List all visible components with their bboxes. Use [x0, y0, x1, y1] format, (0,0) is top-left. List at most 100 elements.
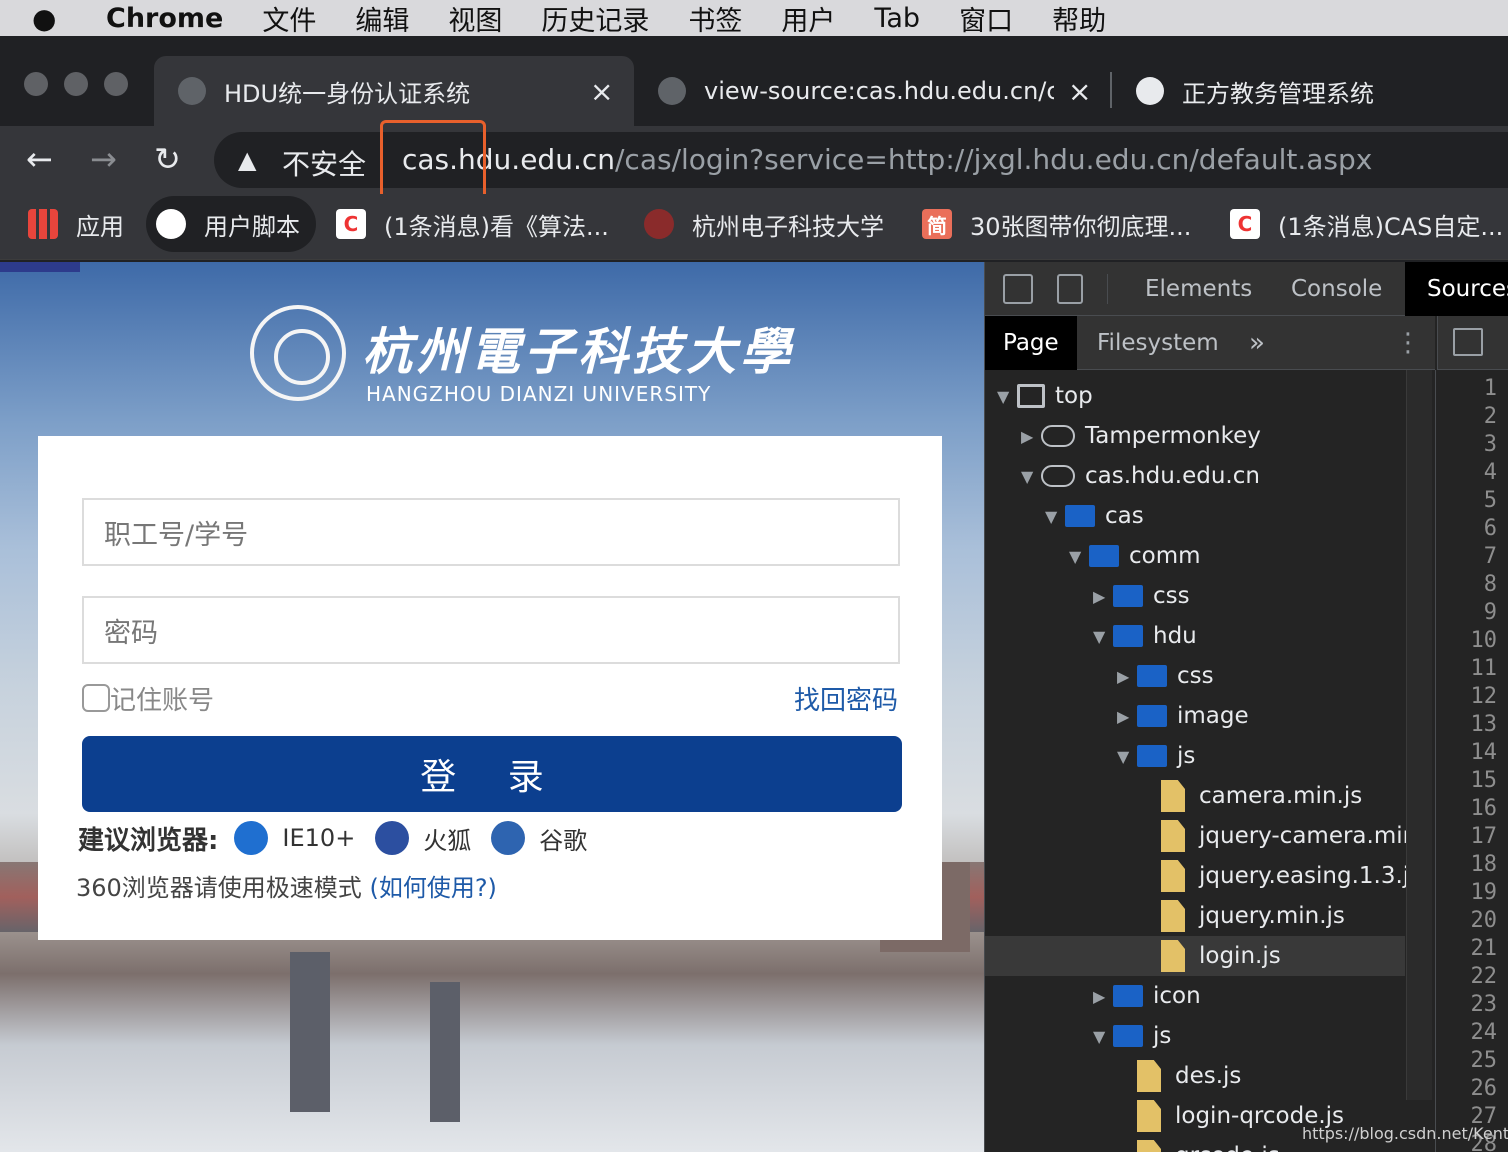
window-minimize-button[interactable] [64, 72, 88, 96]
collapse-arrow-icon[interactable]: ▼ [1045, 507, 1065, 526]
back-arrow-icon[interactable]: ← [26, 140, 53, 178]
username-field[interactable]: 职工号/学号 [82, 498, 900, 566]
tree-node-label: cas [1105, 503, 1144, 529]
tip-text: 360浏览器请使用极速模式 [76, 874, 362, 902]
navigator-menu-icon[interactable]: ⋮ [1395, 328, 1421, 358]
tree-node[interactable]: ▼ cas.hdu.edu.cn [985, 456, 1405, 496]
expand-arrow-icon[interactable]: ▶ [1093, 587, 1113, 606]
tab-sources[interactable]: Sources [1405, 262, 1508, 316]
remember-checkbox[interactable] [82, 684, 110, 712]
tree-node[interactable]: ▶ css [985, 656, 1405, 696]
expand-arrow-icon[interactable]: ▶ [1117, 707, 1137, 726]
folder-icon [1137, 665, 1167, 687]
tree-node-label: hdu [1153, 623, 1197, 649]
tree-node[interactable]: ▶ icon [985, 976, 1405, 1016]
menu-chrome[interactable]: Chrome [106, 3, 223, 34]
tree-node[interactable]: des.js [985, 1056, 1405, 1096]
browser-tip: 360浏览器请使用极速模式 (如何使用?) [76, 868, 497, 903]
tree-node-label: css [1153, 583, 1190, 609]
tree-node[interactable]: ▼ cas [985, 496, 1405, 536]
tree-node-label: icon [1153, 983, 1201, 1009]
collapse-arrow-icon[interactable]: ▼ [1093, 1027, 1113, 1046]
expand-arrow-icon[interactable]: ▶ [1093, 987, 1113, 1006]
expand-arrow-icon[interactable]: ▶ [1117, 667, 1137, 686]
tree-node[interactable]: jquery.min.js [985, 896, 1405, 936]
bookmark-csdn-cas[interactable]: C (1条消息)CAS自定... [1230, 196, 1503, 252]
tab-title: 正方教务管理系统 [1182, 79, 1374, 108]
menu-file[interactable]: 文件 [262, 0, 316, 38]
tab-view-source[interactable]: view-source:cas.hdu.edu.cn/cas × [634, 56, 1104, 126]
forward-arrow-icon[interactable]: → [90, 140, 117, 178]
tree-node-label: camera.min.js [1199, 783, 1363, 809]
bookmark-apps[interactable]: 应用 [28, 196, 124, 252]
menu-tab[interactable]: Tab [874, 3, 920, 34]
inspect-element-icon[interactable] [1003, 274, 1033, 304]
window-close-button[interactable] [24, 72, 48, 96]
bookmark-userscripts[interactable]: 用户脚本 [146, 196, 316, 252]
tab-console[interactable]: Console [1291, 262, 1382, 316]
tree-node[interactable]: ▼ top [985, 376, 1405, 416]
tree-node-label: login.js [1199, 943, 1281, 969]
chrome-icon [491, 821, 526, 855]
tab-hdu-cas[interactable]: HDU统一身份认证系统 × [154, 56, 634, 126]
bookmark-jianshu[interactable]: 简 30张图带你彻底理... [922, 196, 1191, 252]
tab-jwgl[interactable]: 正方教务管理系统 [1112, 56, 1508, 126]
tab-close-icon[interactable]: × [590, 75, 613, 108]
menu-help[interactable]: 帮助 [1052, 0, 1106, 38]
collapse-arrow-icon[interactable]: ▼ [997, 387, 1017, 406]
tab-elements[interactable]: Elements [1145, 262, 1252, 316]
expand-arrow-icon[interactable]: ▶ [1021, 427, 1041, 446]
login-button[interactable]: 登 录 [82, 736, 902, 812]
device-toolbar-icon[interactable] [1057, 274, 1083, 304]
line-number: 12 [1470, 684, 1498, 709]
tab-close-icon[interactable]: × [1068, 75, 1091, 108]
line-number-gutter: 1 2 3 4 5 6 7 8 9 10 11 12 13 14 15 16 17 18 19 20 21 22 23 24 2… [1435, 370, 1508, 1152]
nav-tab-filesystem[interactable]: Filesystem [1097, 316, 1219, 370]
tree-node[interactable]: ▼ comm [985, 536, 1405, 576]
tree-node[interactable]: ▼ js [985, 736, 1405, 776]
line-number: 22 [1470, 964, 1498, 989]
jianshu-icon: 简 [922, 209, 952, 239]
remember-label[interactable]: 记住账号 [110, 680, 214, 717]
line-number: 5 [1483, 488, 1497, 513]
tree-node[interactable]: ▼ hdu [985, 616, 1405, 656]
collapse-arrow-icon[interactable]: ▼ [1021, 467, 1041, 486]
tree-node[interactable]: ▼ js [985, 1016, 1405, 1056]
tab-title: view-source:cas.hdu.edu.cn/cas [704, 77, 1054, 105]
forgot-password-link[interactable]: 找回密码 [794, 680, 898, 717]
tree-node[interactable]: camera.min.js [985, 776, 1405, 816]
reload-icon[interactable]: ↻ [154, 140, 181, 178]
tree-node[interactable]: ▶ css [985, 576, 1405, 616]
menu-history[interactable]: 历史记录 [541, 0, 649, 38]
window-zoom-button[interactable] [104, 72, 128, 96]
tree-node[interactable]: login.js [985, 936, 1405, 976]
nav-tab-page[interactable]: Page [985, 316, 1077, 370]
line-number: 23 [1470, 992, 1498, 1017]
tree-node[interactable]: ▶ Tampermonkey [985, 416, 1405, 456]
password-field[interactable]: 密码 [82, 596, 900, 664]
tree-node[interactable]: jquery-camera.min [985, 816, 1417, 856]
menu-bookmarks[interactable]: 书签 [688, 0, 742, 38]
tree-node[interactable]: jquery.easing.1.3.js [985, 856, 1421, 896]
collapse-arrow-icon[interactable]: ▼ [1069, 547, 1089, 566]
folder-icon [1113, 1025, 1143, 1047]
apple-menu-icon[interactable]: ● [32, 2, 76, 35]
url-text[interactable]: cas.hdu.edu.cn/cas/login?service=http://… [402, 143, 1372, 176]
toggle-navigator-icon[interactable] [1453, 328, 1483, 356]
bookmark-label: 30张图带你彻底理... [970, 212, 1192, 241]
bookmark-hdu[interactable]: 杭州电子科技大学 [644, 196, 884, 252]
bookmark-csdn-algorithm[interactable]: C (1条消息)看《算法... [336, 196, 609, 252]
how-to-link[interactable]: (如何使用?) [369, 874, 496, 902]
menu-window[interactable]: 窗口 [959, 0, 1013, 38]
more-tabs-icon[interactable]: » [1249, 316, 1265, 370]
tree-scrollbar[interactable] [1406, 370, 1432, 1100]
menu-people[interactable]: 用户 [781, 0, 835, 38]
collapse-arrow-icon[interactable]: ▼ [1117, 747, 1137, 766]
menu-edit[interactable]: 编辑 [355, 0, 409, 38]
tree-node[interactable]: ▶ image [985, 696, 1405, 736]
security-indicator[interactable]: 不安全 [282, 143, 366, 183]
line-number: 18 [1470, 852, 1498, 877]
collapse-arrow-icon[interactable]: ▼ [1093, 627, 1113, 646]
warning-icon[interactable]: ▲ [238, 146, 256, 174]
menu-view[interactable]: 视图 [448, 0, 502, 38]
